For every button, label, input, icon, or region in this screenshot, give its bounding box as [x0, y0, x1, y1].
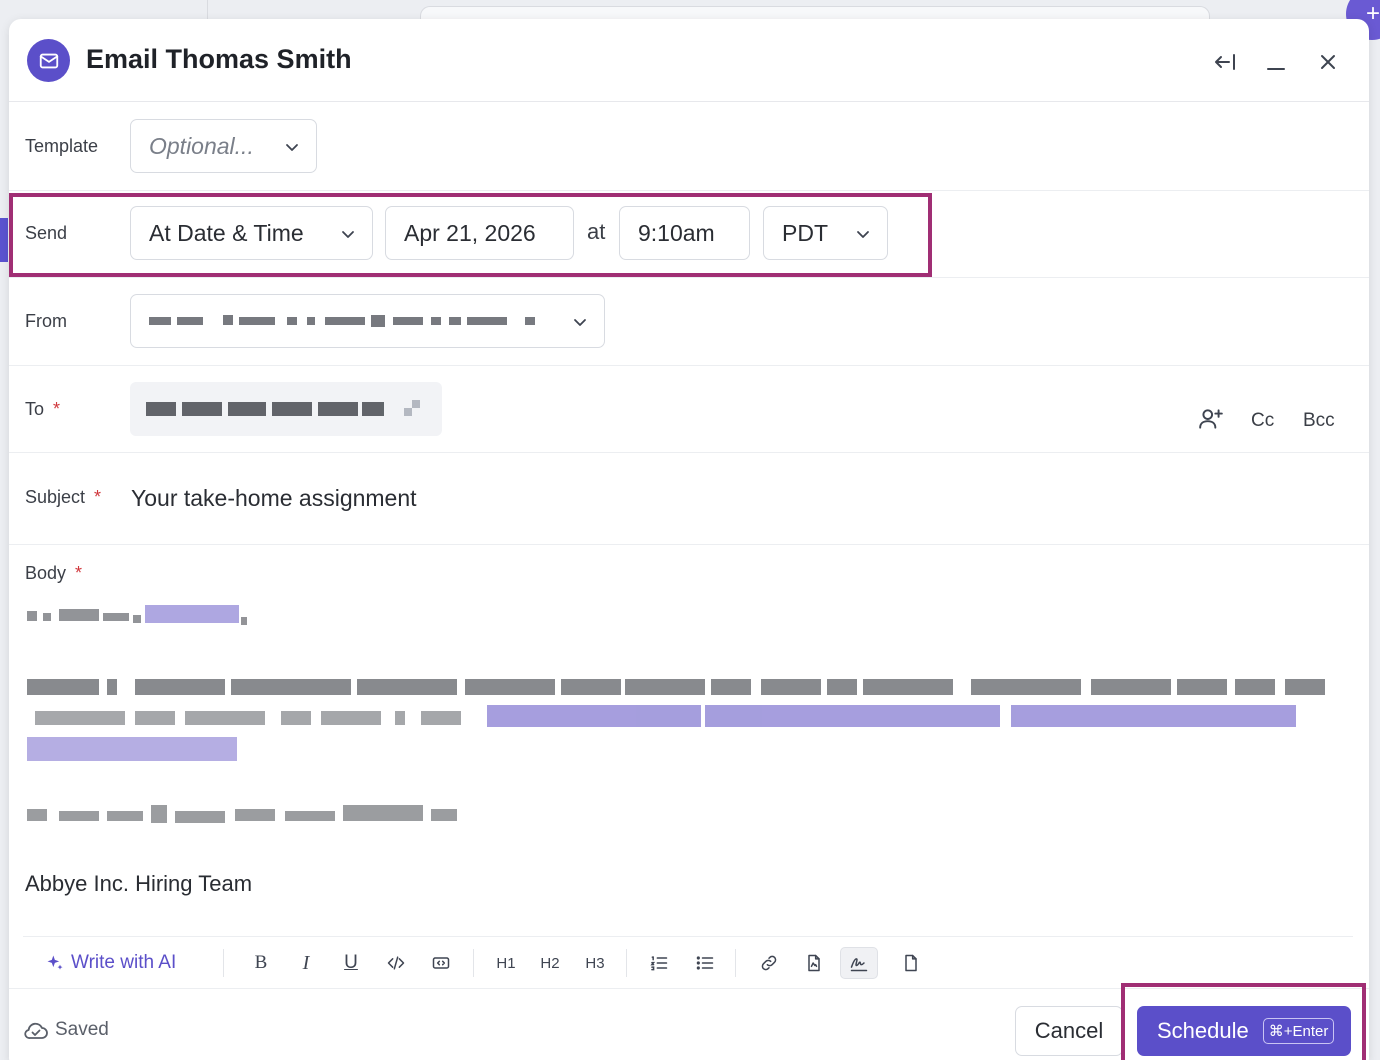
editor-toolbar: Write with AI B I U H1 H2 H3	[23, 936, 1353, 988]
subject-input[interactable]: Your take-home assignment	[131, 485, 417, 512]
toolbar-separator	[626, 949, 627, 977]
link-icon[interactable]	[756, 947, 782, 979]
redacted-body-text	[27, 605, 1325, 823]
bold-button[interactable]: B	[248, 947, 274, 979]
saved-label: Saved	[55, 1019, 109, 1040]
body-label-text: Body	[25, 563, 67, 583]
template-placeholder: Optional...	[149, 132, 254, 159]
document-icon[interactable]	[898, 947, 924, 979]
close-icon[interactable]	[1313, 47, 1343, 77]
to-label: To *	[25, 399, 60, 420]
required-mark: *	[75, 563, 83, 583]
template-select[interactable]: Optional...	[130, 119, 317, 173]
background-nav-chip	[0, 218, 8, 262]
send-highlight-box	[9, 193, 932, 277]
bullet-list-icon[interactable]	[692, 947, 718, 979]
template-row: Template Optional...	[9, 103, 1369, 191]
toolbar-separator	[735, 949, 736, 977]
redacted-sender	[149, 315, 535, 327]
cc-button[interactable]: Cc	[1251, 410, 1274, 432]
cloud-check-icon	[24, 1022, 48, 1039]
chevron-down-icon	[574, 319, 586, 326]
modal-title: Email Thomas Smith	[86, 44, 352, 74]
write-with-ai-label: Write with AI	[71, 952, 177, 973]
to-label-text: To	[25, 399, 45, 419]
underline-button[interactable]: U	[338, 947, 364, 979]
body-label: Body *	[25, 563, 82, 584]
modal-header: Email Thomas Smith	[9, 19, 1369, 102]
schedule-highlight-box	[1121, 983, 1366, 1060]
required-mark: *	[53, 399, 61, 419]
code-icon[interactable]	[383, 947, 409, 979]
bcc-button[interactable]: Bcc	[1303, 410, 1335, 432]
toolbar-separator	[223, 949, 224, 977]
from-label: From	[25, 311, 67, 331]
subject-label: Subject *	[25, 487, 101, 508]
code-block-icon[interactable]	[428, 947, 454, 979]
attachment-file-icon[interactable]	[801, 947, 827, 979]
heading-3-button[interactable]: H3	[580, 947, 610, 979]
from-row: From	[9, 278, 1369, 366]
background-panel	[420, 6, 1210, 20]
heading-1-button[interactable]: H1	[491, 947, 521, 979]
template-label: Template	[25, 136, 99, 156]
minimize-icon[interactable]	[1261, 47, 1291, 77]
body-signoff: Abbye Inc. Hiring Team	[25, 871, 253, 896]
chevron-down-icon	[286, 144, 298, 151]
write-with-ai-button[interactable]: Write with AI	[45, 947, 176, 979]
required-mark: *	[94, 487, 102, 507]
email-compose-modal: Email Thomas Smith Template Optional... …	[9, 19, 1369, 1060]
from-select[interactable]	[130, 294, 605, 348]
collapse-to-side-icon[interactable]	[1210, 47, 1240, 77]
italic-button[interactable]: I	[293, 947, 319, 979]
subject-label-text: Subject	[25, 487, 86, 507]
recipient-chip[interactable]	[130, 382, 442, 436]
mail-icon	[27, 39, 70, 82]
background-divider	[207, 0, 208, 20]
toolbar-separator	[473, 949, 474, 977]
add-recipient-icon[interactable]	[1198, 406, 1226, 434]
to-row: To * Cc Bcc	[9, 366, 1369, 453]
ordered-list-icon[interactable]	[646, 947, 672, 979]
sparkle-icon	[47, 955, 63, 970]
saved-status: Saved	[23, 1019, 109, 1041]
heading-2-button[interactable]: H2	[535, 947, 565, 979]
cancel-button[interactable]: Cancel	[1015, 1006, 1123, 1056]
signature-icon[interactable]	[840, 947, 878, 979]
redacted-recipient	[146, 400, 420, 416]
